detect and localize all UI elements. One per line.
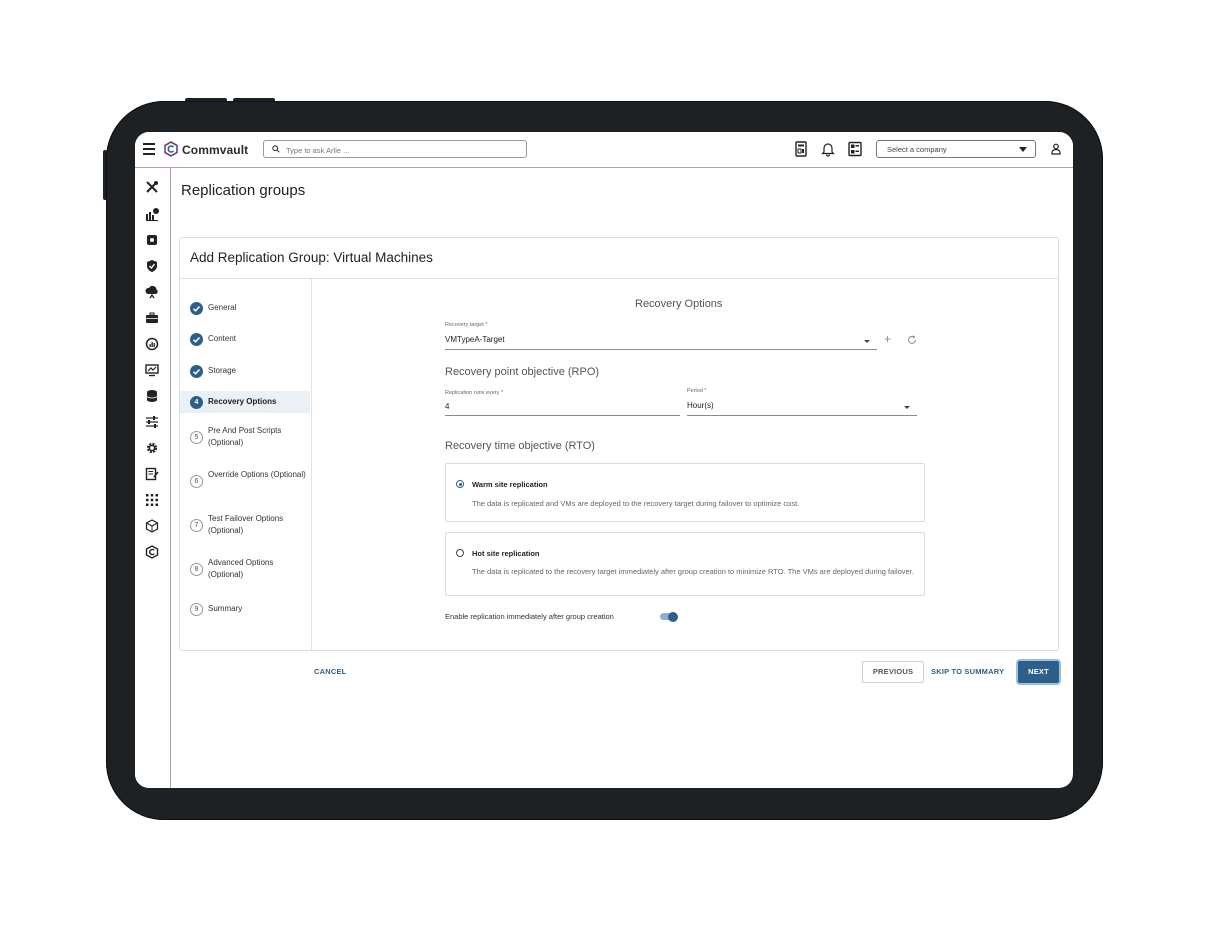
enable-replication-toggle[interactable] (660, 611, 678, 622)
check-icon (190, 332, 203, 346)
add-icon[interactable]: + (884, 332, 891, 346)
wizard-step-1[interactable]: General (180, 297, 310, 319)
wizard-step-2[interactable]: Content (180, 328, 310, 350)
brand-name: Commvault (182, 143, 249, 157)
field-underline (687, 415, 917, 416)
section-title: Recovery Options (635, 298, 723, 310)
chevron-down-icon (904, 406, 910, 409)
cancel-button[interactable]: CANCEL (314, 667, 346, 676)
hot-site-radio[interactable] (456, 549, 464, 557)
apps-grid-icon[interactable] (145, 493, 159, 507)
page-title: Replication groups (181, 182, 306, 199)
warm-site-radio[interactable] (456, 480, 464, 488)
rto-title: Recovery time objective (RTO) (445, 440, 595, 452)
step-number: 7 (190, 518, 203, 532)
user-icon[interactable] (1051, 143, 1061, 155)
enable-replication-label: Enable replication immediately after gro… (445, 612, 614, 621)
skip-to-summary-button[interactable]: SKIP TO SUMMARY (931, 667, 1004, 676)
hot-site-description: The data is replicated to the recovery t… (472, 567, 914, 576)
warm-site-title: Warm site replication (472, 480, 548, 489)
wizard-step-4[interactable]: 4 Recovery Options (180, 391, 310, 413)
dashboard-icon[interactable] (848, 141, 862, 157)
reports-icon[interactable] (794, 141, 808, 157)
wizard-step-label: General (208, 303, 237, 312)
field-underline (445, 415, 680, 416)
step-number: 6 (190, 474, 203, 488)
rpo-title: Recovery point objective (RPO) (445, 366, 600, 378)
previous-button[interactable]: PREVIOUS (862, 661, 924, 683)
cloud-protect-icon[interactable] (145, 285, 159, 299)
wizard-step-6[interactable]: 6 Override Options (Optional) (180, 466, 310, 496)
wizard-step-8[interactable]: 8 Advanced Options (Optional) (180, 554, 310, 584)
wizard-step-label: Advanced Options (Optional) (208, 558, 274, 579)
commvault-logo-icon (164, 141, 178, 157)
top-header: Commvault Select a company (135, 132, 1073, 168)
wizard-step-label: Storage (208, 366, 237, 375)
chevron-down-icon (1019, 147, 1027, 152)
wizard-step-label: Content (208, 334, 237, 343)
wizard-step-label: Test Failover Options (Optional) (208, 514, 284, 535)
security-icon[interactable] (145, 233, 159, 247)
wizard-steps: General Content Storage 4 Recovery Options 5 P… (180, 279, 312, 651)
wizard-step-label: Pre And Post Scripts (Optional) (208, 426, 282, 447)
wizard-step-3[interactable]: Storage (180, 360, 310, 382)
edit-report-icon[interactable] (145, 467, 159, 481)
bell-icon[interactable] (821, 141, 835, 157)
step-number: 4 (190, 395, 203, 409)
warm-site-option[interactable]: Warm site replication The data is replic… (445, 463, 925, 522)
recovery-target-label: Recovery target * (445, 322, 488, 328)
search-box[interactable] (263, 140, 527, 158)
hamburger-menu-icon[interactable] (143, 143, 155, 155)
wizard-card: Add Replication Group: Virtual Machines … (179, 237, 1059, 651)
database-icon[interactable] (145, 389, 159, 403)
analytics-icon[interactable] (145, 207, 159, 221)
replication-runs-input[interactable]: 4 (445, 402, 449, 411)
hot-site-option[interactable]: Hot site replication The data is replica… (445, 532, 925, 596)
wizard-title: Add Replication Group: Virtual Machines (190, 250, 433, 265)
next-button[interactable]: NEXT (1018, 661, 1059, 683)
company-select[interactable]: Select a company (876, 140, 1036, 158)
wizard-step-label: Summary (208, 604, 243, 613)
search-icon (272, 145, 280, 153)
wizard-step-label: Override Options (Optional) (208, 470, 306, 479)
package-icon[interactable] (145, 519, 159, 533)
tools-icon[interactable] (145, 180, 159, 194)
app-screen: Commvault Select a company (135, 132, 1073, 788)
period-label: Period * (687, 388, 707, 394)
chevron-down-icon (864, 340, 870, 343)
recovery-target-select[interactable]: VMTypeA-Target (445, 335, 505, 344)
field-underline (445, 349, 877, 350)
step-number: 8 (190, 562, 203, 576)
warm-site-description: The data is replicated and VMs are deplo… (472, 499, 800, 508)
search-input[interactable] (284, 142, 518, 158)
wizard-step-5[interactable]: 5 Pre And Post Scripts (Optional) (180, 422, 310, 452)
hexagon-logo-icon[interactable] (145, 545, 159, 559)
step-number: 9 (190, 602, 203, 616)
wizard-step-9[interactable]: 9 Summary (180, 598, 310, 620)
monitor-icon[interactable] (145, 363, 159, 377)
briefcase-icon[interactable] (145, 311, 159, 325)
check-icon (190, 301, 203, 315)
hot-site-title: Hot site replication (472, 549, 540, 558)
step-number: 5 (190, 430, 203, 444)
wizard-step-label: Recovery Options (208, 397, 277, 406)
period-select[interactable]: Hour(s) (687, 401, 714, 410)
gear-icon[interactable] (145, 441, 159, 455)
refresh-icon[interactable] (907, 335, 917, 345)
check-icon (190, 364, 203, 378)
shield-icon[interactable] (145, 259, 159, 273)
replication-runs-label: Replication runs every * (445, 390, 504, 396)
left-sidebar (135, 168, 171, 788)
gauge-icon[interactable] (145, 337, 159, 351)
sliders-icon[interactable] (145, 415, 159, 429)
company-select-label: Select a company (887, 145, 947, 154)
wizard-step-7[interactable]: 7 Test Failover Options (Optional) (180, 510, 310, 540)
